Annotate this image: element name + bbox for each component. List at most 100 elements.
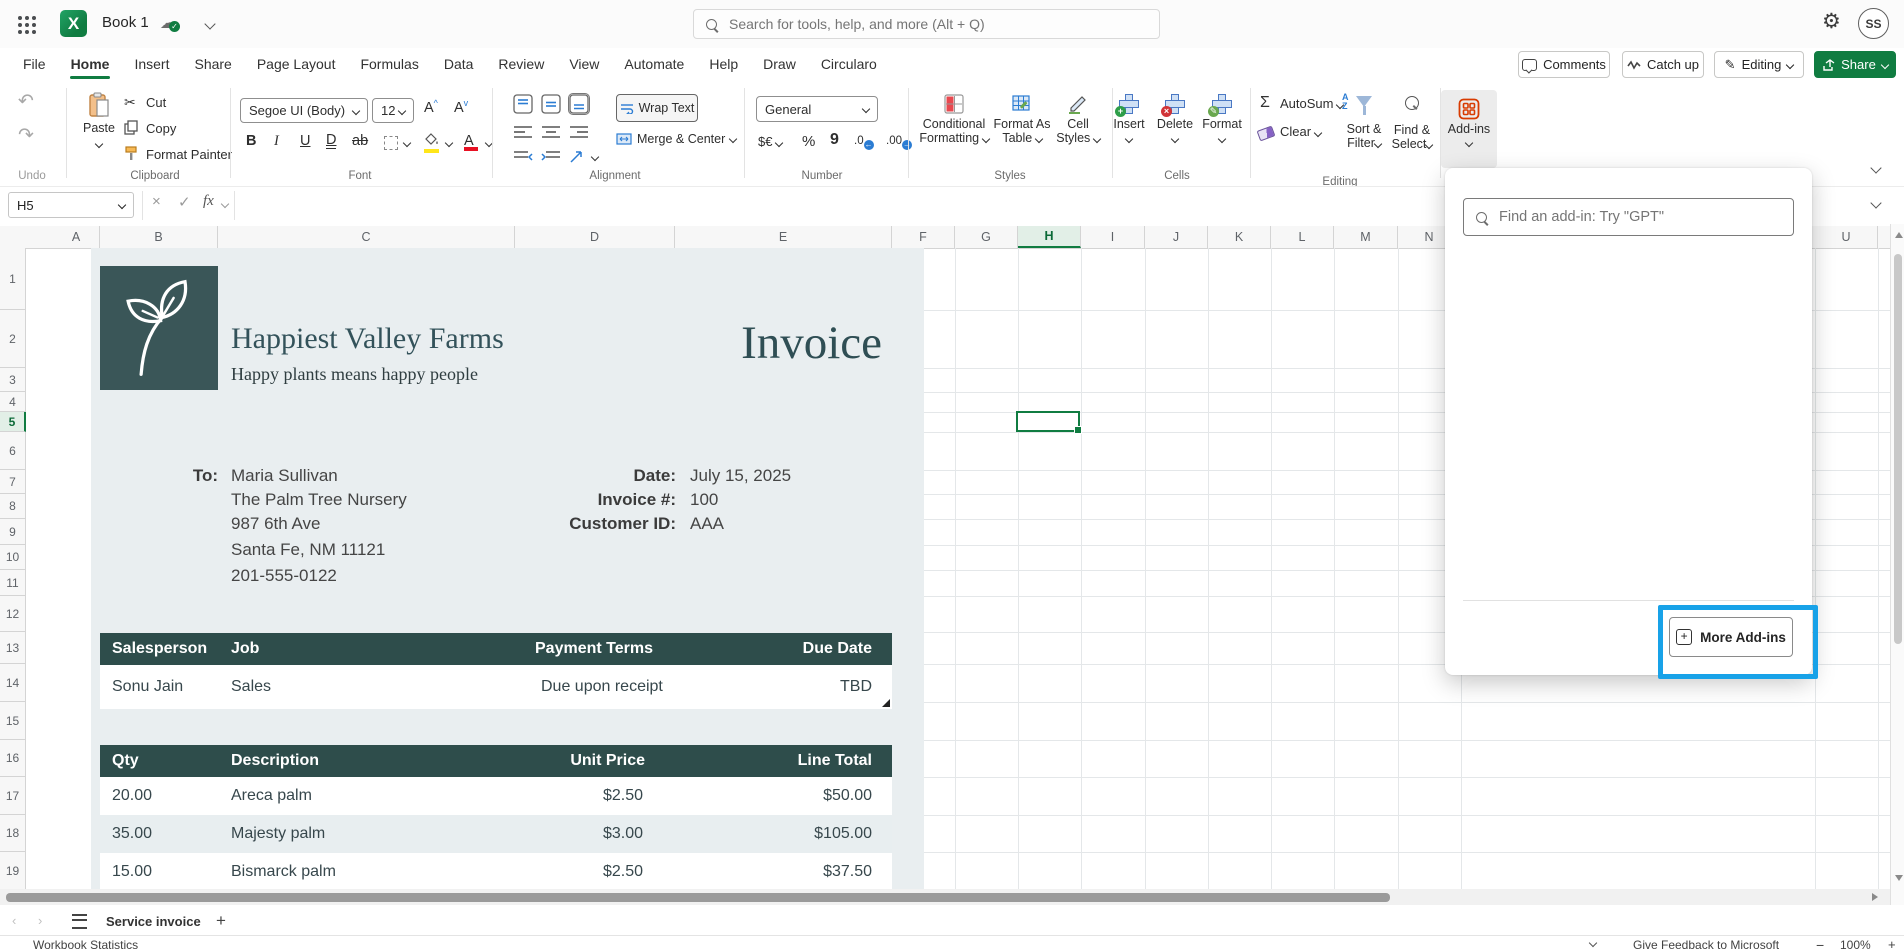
row-header-5[interactable]: 5: [0, 412, 26, 432]
workbook-statistics[interactable]: Workbook Statistics: [33, 938, 138, 951]
currency-button[interactable]: $€: [758, 134, 782, 149]
row-header-11[interactable]: 11: [0, 570, 26, 596]
feedback-link[interactable]: Give Feedback to Microsoft: [1633, 938, 1779, 951]
menu-item-circularo[interactable]: Circularo: [820, 51, 878, 77]
delete-cells-button[interactable]: × Delete: [1152, 94, 1198, 145]
merge-center-button[interactable]: Merge & Center: [616, 132, 736, 146]
format-painter-icon[interactable]: [124, 146, 138, 166]
decrease-indent-icon[interactable]: [513, 150, 533, 164]
zoom-in-button[interactable]: +: [1888, 937, 1896, 951]
row-header-10[interactable]: 10: [0, 545, 26, 570]
wrap-text-button[interactable]: Wrap Text: [616, 94, 698, 122]
redo-button[interactable]: ↷: [18, 124, 34, 147]
global-search[interactable]: [693, 9, 1160, 39]
number-format-select[interactable]: General: [756, 96, 878, 122]
clear-icon[interactable]: [1258, 126, 1274, 144]
add-sheet-button[interactable]: +: [216, 911, 226, 931]
column-header-F[interactable]: F: [892, 226, 955, 248]
cancel-icon[interactable]: ×: [152, 193, 161, 210]
find-select-button[interactable]: Find & Select: [1388, 96, 1436, 151]
row-header-18[interactable]: 18: [0, 815, 26, 852]
menu-item-insert[interactable]: Insert: [133, 51, 170, 77]
column-header-E[interactable]: E: [675, 226, 892, 248]
addin-search-input[interactable]: [1497, 208, 1781, 226]
menu-item-help[interactable]: Help: [708, 51, 739, 77]
menu-item-home[interactable]: Home: [70, 51, 111, 77]
copy-button[interactable]: Copy: [146, 121, 176, 136]
column-header-G[interactable]: G: [955, 226, 1018, 248]
document-title[interactable]: Book 1: [102, 14, 149, 31]
double-underline-button[interactable]: D: [326, 133, 336, 149]
zoom-out-button[interactable]: −: [1816, 937, 1824, 951]
orientation-chevron-icon[interactable]: [591, 153, 599, 161]
horizontal-scroll-thumb[interactable]: [6, 893, 1390, 902]
align-middle-icon[interactable]: [541, 94, 561, 114]
editing-mode-button[interactable]: ✎ Editing: [1714, 51, 1804, 78]
clear-button[interactable]: Clear: [1280, 124, 1321, 139]
column-header-H[interactable]: H: [1018, 226, 1081, 248]
catch-up-button[interactable]: Catch up: [1622, 51, 1704, 78]
excel-logo-icon[interactable]: X: [60, 10, 87, 37]
strikethrough-button[interactable]: ab: [352, 133, 368, 149]
row-header-19[interactable]: 19: [0, 852, 26, 890]
align-right-icon[interactable]: [569, 124, 589, 140]
fx-chevron-icon[interactable]: [221, 200, 229, 208]
addins-button[interactable]: Add-ins: [1441, 90, 1497, 168]
row-header-3[interactable]: 3: [0, 368, 26, 392]
vertical-scrollbar[interactable]: [1890, 224, 1904, 905]
row-header-13[interactable]: 13: [0, 632, 26, 664]
column-header-D[interactable]: D: [515, 226, 675, 248]
horizontal-scrollbar[interactable]: [0, 889, 1890, 905]
increase-indent-icon[interactable]: [541, 150, 561, 164]
row-header-14[interactable]: 14: [0, 664, 26, 702]
menu-item-automate[interactable]: Automate: [623, 51, 685, 77]
cell-styles-button[interactable]: Cell Styles: [1050, 94, 1106, 145]
ribbon-collapse-chevron-icon[interactable]: [1870, 162, 1881, 173]
app-launcher-icon[interactable]: [16, 14, 37, 35]
row-header-6[interactable]: 6: [0, 432, 26, 470]
zoom-level[interactable]: 100%: [1840, 938, 1871, 951]
font-family-select[interactable]: Segoe UI (Body): [240, 98, 368, 123]
row-header-16[interactable]: 16: [0, 740, 26, 777]
search-input[interactable]: [727, 15, 1131, 33]
paste-button[interactable]: Paste: [76, 92, 122, 149]
menu-item-file[interactable]: File: [22, 51, 47, 77]
name-box[interactable]: H5: [8, 192, 134, 218]
menu-item-view[interactable]: View: [568, 51, 600, 77]
copy-icon[interactable]: [124, 120, 138, 140]
autosum-button[interactable]: AutoSum: [1280, 96, 1343, 111]
status-chevron-icon[interactable]: [1589, 939, 1597, 947]
all-sheets-icon[interactable]: [72, 914, 87, 929]
font-size-select[interactable]: 12: [372, 98, 414, 123]
insert-cells-button[interactable]: + Insert: [1106, 94, 1152, 145]
grow-font-button[interactable]: A^: [424, 98, 438, 116]
bold-button[interactable]: B: [246, 133, 256, 149]
column-header-C[interactable]: C: [218, 226, 515, 248]
menu-item-share[interactable]: Share: [193, 51, 232, 77]
scroll-down-arrow-icon[interactable]: [1895, 875, 1903, 881]
format-cells-button[interactable]: ✎ Format: [1198, 94, 1246, 145]
align-center-icon[interactable]: [541, 124, 561, 140]
sort-filter-button[interactable]: AZ Sort & Filter: [1342, 96, 1386, 150]
align-left-icon[interactable]: [513, 124, 533, 140]
row-header-9[interactable]: 9: [0, 519, 26, 545]
scroll-right-arrow-icon[interactable]: [1872, 893, 1878, 901]
comma-style-button[interactable]: 9: [830, 131, 839, 149]
menu-item-formulas[interactable]: Formulas: [359, 51, 419, 77]
menu-item-review[interactable]: Review: [497, 51, 545, 77]
borders-icon[interactable]: [384, 136, 398, 150]
align-top-icon[interactable]: [513, 94, 533, 114]
autosum-icon[interactable]: Σ: [1260, 94, 1270, 112]
document-title-chevron-icon[interactable]: [204, 18, 215, 29]
text-orientation-icon[interactable]: [569, 150, 587, 164]
formula-input[interactable]: [240, 189, 1444, 222]
column-header-B[interactable]: B: [100, 226, 218, 248]
sheet-nav-next-icon[interactable]: ›: [38, 913, 42, 928]
conditional-formatting-button[interactable]: Conditional Formatting: [916, 94, 992, 145]
comments-button[interactable]: Comments: [1518, 51, 1610, 78]
column-header-L[interactable]: L: [1271, 226, 1334, 248]
enter-check-icon[interactable]: ✓: [178, 193, 191, 211]
percent-button[interactable]: %: [802, 133, 815, 150]
cut-button[interactable]: Cut: [146, 95, 166, 110]
row-header-12[interactable]: 12: [0, 596, 26, 632]
